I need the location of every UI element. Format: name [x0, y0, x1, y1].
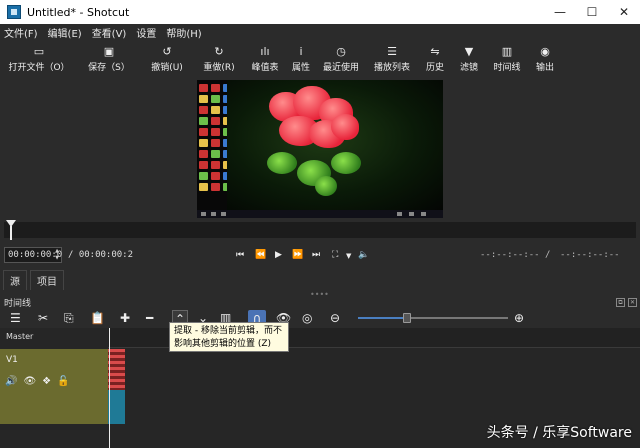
paste-icon[interactable]: 📋: [90, 310, 105, 326]
zoom-out-icon[interactable]: ⊖: [330, 310, 340, 326]
redo-button[interactable]: ↻ 重做(R): [194, 40, 244, 76]
scrubber[interactable]: [0, 220, 640, 242]
duration-label: / 00:00:00:2: [68, 250, 134, 260]
open-file-button[interactable]: ▭ 打开文件（O）: [0, 40, 78, 76]
composite-icon[interactable]: ❖: [42, 376, 51, 387]
tab-source[interactable]: 源: [3, 270, 27, 290]
player-tabs: 源 项目: [0, 270, 64, 290]
main-toolbar: ▭ 打开文件（O） ▣ 保存（S） ↺ 撤销(U) ↻ 重做(R) ılı 峰值…: [0, 40, 640, 76]
export-icon: ◉: [540, 45, 550, 58]
cut-icon[interactable]: ✂: [38, 310, 48, 326]
in-point-timecode: --:--:--:-- /: [480, 250, 551, 260]
menu-view[interactable]: 查看(V): [92, 25, 127, 40]
peak-meter-button[interactable]: ılı 峰值表: [244, 40, 286, 76]
play-icon[interactable]: ▶: [275, 250, 282, 260]
maximize-button[interactable]: ☐: [576, 0, 608, 24]
close-dock-icon[interactable]: ✕: [628, 297, 637, 307]
recent-icon: ◷: [336, 45, 346, 58]
peak-meter-icon: ılı: [260, 45, 270, 58]
history-icon: ⇋: [430, 45, 440, 58]
folder-open-icon: ▭: [33, 45, 45, 58]
timeline-icon: ▥: [501, 45, 513, 58]
history-button[interactable]: ⇋ 历史: [418, 40, 452, 76]
zoom-slider-handle[interactable]: [403, 313, 411, 323]
timeline-title: 时间线: [4, 298, 32, 309]
menu-file[interactable]: 文件(F): [4, 25, 38, 40]
menu-edit[interactable]: 编辑(E): [48, 25, 82, 40]
float-dock-icon[interactable]: ⧉: [616, 297, 625, 307]
minimize-button[interactable]: —: [544, 0, 576, 24]
zoom-slider-track[interactable]: [358, 317, 508, 319]
save-icon: ▣: [103, 45, 115, 58]
player-panel: [0, 76, 640, 220]
video-preview[interactable]: [197, 80, 443, 218]
lock-icon[interactable]: 🔓: [57, 376, 69, 387]
playlist-button[interactable]: ☰ 播放列表: [366, 40, 418, 76]
properties-button[interactable]: ⅰ 属性: [286, 40, 316, 76]
ripple-delete-icon[interactable]: ━: [146, 310, 153, 326]
lift-tooltip: 提取 - 移除当前剪辑，而不影响其他剪辑的位置 (Z): [169, 322, 289, 352]
audio-clip[interactable]: [108, 390, 125, 424]
track-controls: 🔊 👁 ❖ 🔓: [5, 376, 70, 387]
timeline-playhead[interactable]: [109, 328, 110, 448]
playlist-icon: ☰: [387, 45, 397, 58]
export-button[interactable]: ◉ 输出: [528, 40, 562, 76]
skip-previous-icon[interactable]: ⏮: [236, 250, 244, 260]
zoom-in-icon[interactable]: ⊕: [514, 310, 524, 326]
filter-button[interactable]: ▼ 滤镜: [452, 40, 486, 76]
menu-settings[interactable]: 设置: [136, 25, 156, 40]
save-button[interactable]: ▣ 保存（S）: [78, 40, 140, 76]
copy-icon[interactable]: ⎘: [64, 310, 74, 326]
watermark-text: 头条号 / 乐享Software: [486, 425, 632, 441]
desktop-taskbar-image: [197, 210, 443, 218]
window-title: Untitled* - Shotcut: [27, 5, 130, 19]
filter-icon: ▼: [464, 45, 474, 58]
mute-icon[interactable]: 🔊: [5, 376, 17, 387]
recent-button[interactable]: ◷ 最近使用: [316, 40, 366, 76]
master-track-label: Master: [6, 332, 34, 341]
volume-icon[interactable]: 🔈: [358, 250, 369, 260]
menu-bar: 文件(F) 编辑(E) 查看(V) 设置 帮助(H): [0, 24, 640, 40]
scrubber-playhead[interactable]: [6, 220, 16, 242]
fast-forward-icon[interactable]: ⏩: [292, 250, 303, 260]
redo-icon: ↻: [214, 45, 224, 58]
out-point-timecode: --:--:--:--: [560, 250, 620, 260]
close-button[interactable]: ✕: [608, 0, 640, 24]
undo-button[interactable]: ↺ 撤销(U): [140, 40, 194, 76]
timeline-dock-header: 时间线 ⧉ ✕: [0, 296, 640, 309]
shotcut-app-icon: [7, 5, 21, 19]
timeline-button[interactable]: ▥ 时间线: [486, 40, 528, 76]
rewind-icon[interactable]: ⏪: [255, 250, 266, 260]
title-bar: Untitled* - Shotcut — ☐ ✕: [0, 0, 640, 24]
undo-icon: ↺: [162, 45, 172, 58]
chevron-down-icon[interactable]: ▼: [346, 252, 351, 260]
timeline-menu-icon[interactable]: ☰: [10, 310, 21, 326]
ripple-icon[interactable]: ◎: [302, 310, 312, 326]
hide-icon[interactable]: 👁: [23, 376, 36, 387]
zoom-fit-icon[interactable]: ⛶: [332, 250, 338, 260]
timecode-spinner[interactable]: ▲ ▼: [53, 248, 61, 262]
menu-help[interactable]: 帮助(H): [166, 25, 201, 40]
flower-wallpaper-image: [227, 80, 443, 210]
append-icon[interactable]: ✚: [120, 310, 130, 326]
tab-project[interactable]: 项目: [30, 270, 64, 290]
skip-next-icon[interactable]: ⏭: [312, 250, 320, 260]
properties-icon: ⅰ: [299, 45, 303, 58]
scrubber-track[interactable]: [4, 222, 636, 238]
v1-track-name: V1: [6, 355, 18, 365]
